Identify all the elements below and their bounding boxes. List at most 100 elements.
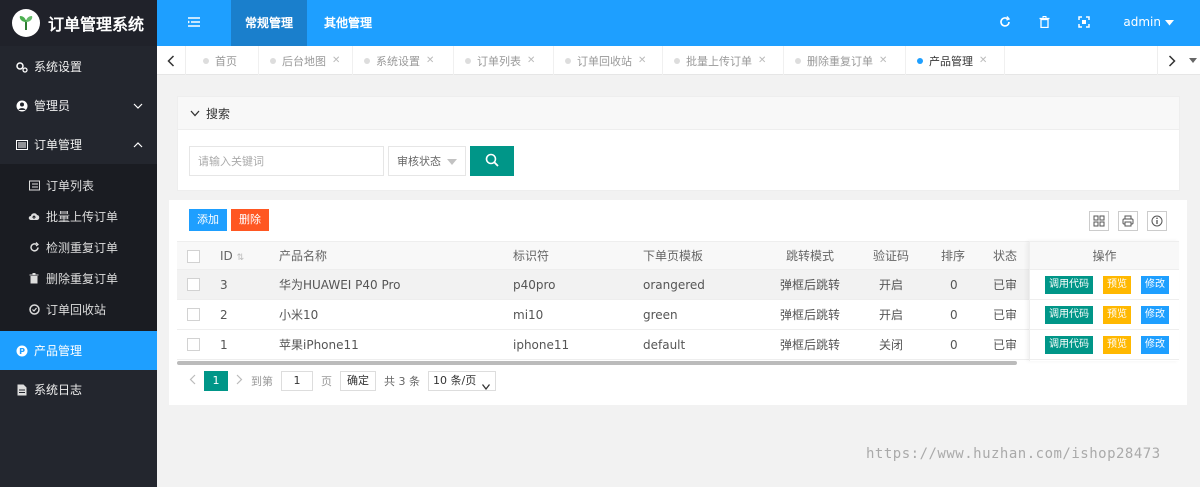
search-button[interactable]: [470, 146, 514, 176]
status-select[interactable]: 审核状态: [388, 146, 466, 176]
header-tab-other[interactable]: 其他管理: [310, 0, 386, 46]
header-name: 产品名称: [279, 249, 328, 263]
sidebar-subitem-delete-duplicates[interactable]: 删除重复订单: [0, 263, 157, 294]
preview-button[interactable]: 预览: [1103, 275, 1131, 294]
close-icon: ✕: [426, 55, 435, 66]
sidebar-item-logs[interactable]: 系统日志: [0, 370, 157, 409]
select-all-checkbox[interactable]: [187, 250, 200, 263]
table-row[interactable]: 1 苹果iPhone11 iphone11 default 弹框后跳转 关闭 0…: [177, 330, 1177, 360]
close-icon: ✕: [758, 55, 767, 66]
svg-text:P: P: [19, 347, 25, 356]
sidebar-item-label: 系统设置: [34, 60, 83, 74]
sidebar-item-products[interactable]: P 产品管理: [0, 331, 157, 370]
sidebar-item-label: 批量上传订单: [46, 210, 119, 224]
logo[interactable]: 订单管理系统: [0, 0, 157, 46]
edit-button[interactable]: 修改: [1141, 335, 1169, 354]
table-row[interactable]: 2 小米10 mi10 green 弹框后跳转 开启 0 已审: [177, 300, 1177, 330]
print-icon[interactable]: [1118, 211, 1138, 231]
tab-batch-upload[interactable]: 批量上传订单 ✕: [664, 46, 784, 75]
sidebar-item-admin[interactable]: 管理员: [0, 86, 157, 125]
fullscreen-icon[interactable]: [1078, 16, 1090, 31]
sidebar-item-label: 订单回收站: [46, 303, 107, 317]
preview-button[interactable]: 预览: [1103, 335, 1131, 354]
add-button[interactable]: 添加: [189, 209, 227, 231]
file-icon: [16, 384, 28, 396]
preview-button[interactable]: 预览: [1103, 305, 1131, 324]
embed-code-button[interactable]: 调用代码: [1045, 335, 1093, 354]
embed-code-button[interactable]: 调用代码: [1045, 305, 1093, 324]
chevron-down-icon: [133, 100, 143, 114]
tab-products[interactable]: 产品管理 ✕: [907, 46, 1005, 75]
horizontal-scrollbar[interactable]: [177, 361, 1017, 365]
page-input[interactable]: 1: [281, 371, 313, 391]
tab-scroll-left-icon[interactable]: [157, 46, 186, 75]
tab-sitemap[interactable]: 后台地图 ✕: [260, 46, 353, 75]
header-mode: 跳转模式: [786, 249, 835, 263]
search-panel-header[interactable]: 搜索: [178, 97, 1179, 130]
close-icon: ✕: [332, 55, 341, 66]
chevron-up-icon: [133, 139, 143, 153]
sidebar-item-label: 系统日志: [34, 383, 83, 397]
sidebar-item-settings[interactable]: 系统设置: [0, 47, 157, 86]
sidebar-item-label: 管理员: [34, 99, 71, 113]
total-count: 共 3 条: [384, 375, 420, 388]
cell-code: iphone11: [513, 338, 570, 352]
tab-settings[interactable]: 系统设置 ✕: [354, 46, 454, 75]
row-checkbox[interactable]: [187, 338, 200, 351]
watermark: https://www.huzhan.com/ishop28473: [866, 446, 1161, 462]
goto-confirm-button[interactable]: 确定: [340, 371, 376, 391]
cell-id: 1: [220, 338, 228, 352]
prev-page-icon[interactable]: [189, 374, 196, 388]
cell-mode: 弹框后跳转: [780, 308, 841, 322]
cell-id: 2: [220, 308, 228, 322]
user-menu[interactable]: admin: [1123, 15, 1174, 29]
cell-name: 华为HUAWEI P40 Pro: [279, 278, 401, 292]
sidebar-subitem-recycle-bin[interactable]: 订单回收站: [0, 294, 157, 325]
table-row[interactable]: 3 华为HUAWEI P40 Pro p40pro orangered 弹框后跳…: [177, 270, 1177, 300]
embed-code-button[interactable]: 调用代码: [1045, 275, 1093, 294]
tab-home[interactable]: 首页: [193, 46, 259, 75]
refresh-icon[interactable]: [999, 16, 1011, 31]
header-captcha: 验证码: [873, 249, 910, 263]
info-icon[interactable]: [1147, 211, 1167, 231]
tab-order-list[interactable]: 订单列表 ✕: [455, 46, 554, 75]
row-checkbox[interactable]: [187, 308, 200, 321]
cell-sort: 0: [950, 308, 958, 322]
trash-icon[interactable]: [1039, 16, 1050, 31]
sort-icon: ⇅: [236, 253, 245, 263]
sidebar: 订单管理系统 系统设置 管理员 订单管理 订单列表 批量上传订单 检测重复订单 …: [0, 0, 157, 487]
next-page-icon[interactable]: [236, 374, 243, 388]
sidebar-subitem-check-duplicates[interactable]: 检测重复订单: [0, 232, 157, 263]
tab-delete-duplicates[interactable]: 删除重复订单 ✕: [785, 46, 906, 75]
columns-icon[interactable]: [1089, 211, 1109, 231]
sidebar-subitem-order-list[interactable]: 订单列表: [0, 170, 157, 201]
tab-recycle-bin[interactable]: 订单回收站 ✕: [555, 46, 663, 75]
page-tabbar: 首页 后台地图 ✕ 系统设置 ✕ 订单列表 ✕ 订单回收站 ✕ 批量上传订单 ✕ 删除重复…: [157, 46, 1200, 75]
edit-button[interactable]: 修改: [1141, 305, 1169, 324]
keyword-input[interactable]: 请输入关键词: [189, 146, 384, 176]
header-code: 标识符: [513, 249, 550, 263]
caret-down-icon: [1165, 15, 1174, 29]
per-page-select[interactable]: 10 条/页: [428, 371, 496, 391]
menu-toggle-icon[interactable]: [187, 15, 201, 32]
delete-button[interactable]: 删除: [231, 209, 269, 231]
sidebar-item-label: 订单列表: [46, 179, 95, 193]
chevron-down-icon: [481, 378, 491, 396]
product-icon: P: [16, 345, 28, 357]
header-tab-general[interactable]: 常规管理: [231, 0, 308, 46]
row-checkbox[interactable]: [187, 278, 200, 291]
page-current[interactable]: 1: [204, 371, 228, 391]
sidebar-item-orders[interactable]: 订单管理: [0, 125, 157, 164]
page-unit: 页: [321, 375, 332, 388]
tab-scroll-right-icon[interactable]: [1157, 46, 1186, 75]
cell-status: 已审: [993, 308, 1018, 322]
ops-row: 调用代码 预览 修改: [1030, 300, 1179, 330]
edit-button[interactable]: 修改: [1141, 275, 1169, 294]
user-icon: [16, 100, 28, 112]
header-id[interactable]: ID ⇅: [220, 242, 244, 271]
tab-menu-caret-icon[interactable]: [1186, 46, 1200, 75]
cell-name: 苹果iPhone11: [279, 338, 359, 352]
sidebar-subitem-batch-upload[interactable]: 批量上传订单: [0, 201, 157, 232]
cell-id: 3: [220, 278, 228, 292]
cell-template: green: [643, 308, 678, 322]
